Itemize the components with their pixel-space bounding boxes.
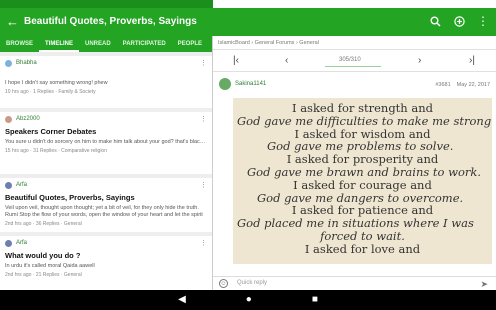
thread-snippet: Veil upon veil, thought upon thought; ye… — [5, 205, 203, 218]
next-page-icon[interactable]: › — [418, 55, 421, 66]
quote-line: forced to wait. — [320, 228, 405, 243]
quote-line: God gave me brawn and brains to work. — [247, 164, 482, 179]
post-date: May 22, 2017 — [456, 82, 490, 88]
thread-user: Abz2000 — [16, 116, 40, 122]
avatar[interactable] — [219, 78, 231, 90]
breadcrumb[interactable]: IslamicBoard › General Forums › General — [213, 36, 496, 50]
thread-meta: 2nd hrs ago · 36 Replies · General — [5, 221, 82, 227]
tab-timeline[interactable]: TIMELINE — [39, 36, 79, 52]
thread-list: Bhabha ⋮ I hope I didn't say something w… — [0, 52, 212, 290]
home-nav-icon[interactable]: ● — [246, 295, 252, 305]
app-title: Beautiful Quotes, Proverbs, Sayings — [24, 16, 197, 27]
back-nav-icon[interactable]: ◀ — [178, 295, 186, 305]
thread-title: Speakers Corner Debates — [5, 127, 97, 136]
post-author[interactable]: Sakina1141 — [235, 81, 266, 87]
thread-user: Bhabha — [16, 60, 37, 66]
thread-card[interactable]: Bhabha ⋮ I hope I didn't say something w… — [0, 56, 212, 108]
quote-line: I asked for courage and — [293, 177, 432, 192]
thread-user: Arfa — [16, 240, 28, 246]
emoji-icon[interactable]: ☺ — [219, 279, 228, 288]
system-nav-bar: ◀ ● ■ — [0, 290, 496, 310]
thread-snippet: I hope I didn't say something wrong! phe… — [5, 80, 108, 86]
page-underline — [325, 66, 381, 67]
wifi-icon: ▾ — [213, 1, 217, 8]
avatar — [5, 181, 12, 189]
quote-image: I asked for strength and God gave me dif… — [233, 98, 492, 264]
thread-title: What would you do ? — [5, 251, 81, 260]
quote-line: God gave me difficulties to make me stro… — [237, 113, 492, 128]
post: Sakina1141 #3681 May 22, 2017 I asked fo… — [213, 72, 496, 276]
tab-participated[interactable]: PARTICIPATED — [117, 36, 172, 52]
tab-browse[interactable]: BROWSE — [0, 36, 39, 52]
quote-line: I asked for love and — [304, 241, 421, 256]
thread-card[interactable]: Abz2000 ⋮ Speakers Corner Debates You su… — [0, 112, 212, 174]
app-bar: ← Beautiful Quotes, Proverbs, Sayings ⋮ — [0, 8, 496, 36]
thread-card[interactable]: Arfa ⋮ Beautiful Quotes, Proverbs, Sayin… — [0, 178, 212, 232]
add-icon[interactable] — [452, 14, 466, 28]
quick-reply-input[interactable]: Quick reply — [237, 280, 267, 286]
more-vert-icon[interactable]: ⋮ — [200, 182, 207, 189]
status-time: 3:55 — [225, 1, 238, 7]
thread-title: Beautiful Quotes, Proverbs, Sayings — [5, 193, 135, 202]
tab-people[interactable]: PEOPLE — [172, 36, 208, 52]
prev-page-icon[interactable]: ‹ — [285, 55, 288, 66]
avatar — [5, 115, 12, 123]
thread-detail: IslamicBoard › General Forums › General … — [213, 36, 496, 290]
thread-snippet: You sure u didn't do sorcery on him to m… — [5, 139, 207, 145]
thread-card[interactable]: Arfa ⋮ What would you do ? In urdu it's … — [0, 236, 212, 290]
last-page-icon[interactable]: ›| — [469, 55, 475, 66]
send-icon[interactable]: ➤ — [480, 279, 488, 290]
thread-meta: 15 hrs ago · 31 Replies · Comparative re… — [5, 148, 107, 154]
post-number: #3681 — [435, 82, 451, 88]
quote-line: I asked for strength and — [292, 101, 433, 115]
thread-meta: 10 hrs ago · 1 Replies · Family & Societ… — [5, 89, 96, 95]
thread-user: Arfa — [16, 182, 28, 188]
battery-icon: ▮ — [219, 1, 223, 8]
thread-snippet: In urdu it's called moral Qaida aawell — [5, 263, 95, 269]
tab-unread[interactable]: UNREAD — [79, 36, 117, 52]
page-indicator[interactable]: 305/310 — [339, 57, 361, 63]
avatar — [5, 239, 12, 247]
more-vert-icon[interactable]: ⋮ — [200, 116, 207, 123]
more-vert-icon[interactable]: ⋮ — [200, 240, 207, 247]
more-vert-icon[interactable]: ⋮ — [200, 60, 207, 67]
more-vert-icon[interactable]: ⋮ — [476, 14, 490, 28]
search-icon[interactable] — [428, 14, 442, 28]
avatar — [5, 59, 12, 67]
status-bar: ▾ ▮ 3:55 — [0, 0, 496, 8]
recents-nav-icon[interactable]: ■ — [312, 295, 318, 305]
quick-reply-bar: ☺ Quick reply ➤ — [213, 276, 496, 290]
thread-meta: 2nd hrs ago · 21 Replies · General — [5, 272, 82, 278]
first-page-icon[interactable]: |‹ — [233, 55, 239, 66]
back-arrow-icon[interactable]: ← — [6, 15, 20, 29]
pager: |‹ ‹ 305/310 › ›| — [213, 50, 496, 72]
tab-bar: BROWSE TIMELINE UNREAD PARTICIPATED PEOP… — [0, 36, 212, 52]
